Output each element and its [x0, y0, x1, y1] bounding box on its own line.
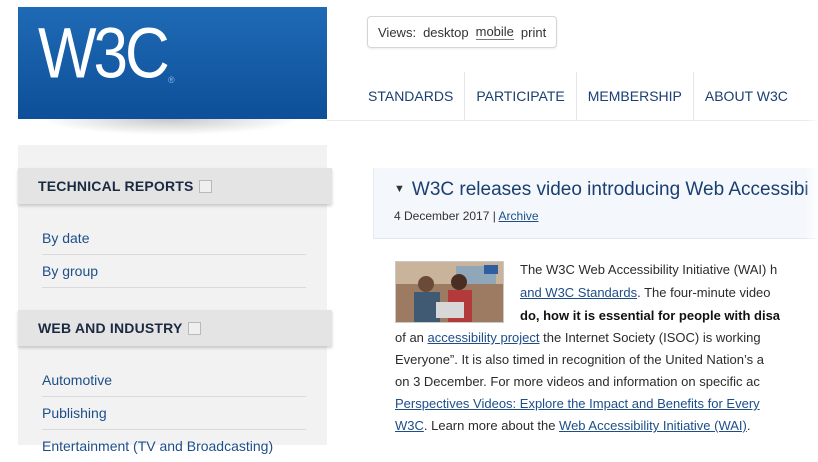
view-desktop-link[interactable]: desktop — [423, 25, 469, 40]
collapse-triangle-icon[interactable]: ▼ — [394, 183, 405, 195]
news-bold-text: do, how it is essential for people with … — [520, 308, 781, 323]
video-thumbnail-image — [396, 262, 503, 322]
w3c-logo[interactable]: W3C ® — [18, 7, 327, 119]
news-text-fragment: . The four-minute video — [637, 285, 771, 300]
collapse-box-icon[interactable] — [187, 321, 201, 335]
news-text-fragment: . — [746, 418, 751, 433]
news-text-line: Everyone”. It is also timed in recogniti… — [395, 352, 765, 367]
technical-reports-heading[interactable]: TECHNICAL REPORTS — [18, 168, 332, 204]
news-meta: 4 December 2017 | Archive — [394, 209, 539, 223]
news-text-line: W3C. Learn more about the Web Accessibil… — [395, 418, 751, 433]
news-text-line: The W3C Web Accessibility Initiative (WA… — [520, 262, 778, 277]
logo-shadow — [40, 119, 300, 135]
logo-registered-mark: ® — [168, 75, 175, 85]
standards-link[interactable]: and W3C Standards — [520, 285, 637, 300]
nav-divider — [327, 120, 818, 121]
main-nav: STANDARDS PARTICIPATE MEMBERSHIP ABOUT W… — [357, 72, 799, 120]
web-and-industry-heading-label: WEB AND INDUSTRY — [38, 320, 183, 336]
views-switcher: Views: desktop mobile print — [367, 16, 558, 48]
nav-membership[interactable]: MEMBERSHIP — [577, 72, 694, 120]
collapse-box-icon[interactable] — [198, 179, 212, 193]
sidebar-link-entertainment[interactable]: Entertainment (TV and Broadcasting) — [42, 429, 306, 462]
nav-about-w3c[interactable]: ABOUT W3C — [694, 72, 799, 120]
news-date: 4 December 2017 — [394, 209, 490, 223]
nav-participate[interactable]: PARTICIPATE — [465, 72, 577, 120]
accessibility-project-link[interactable]: accessibility project — [428, 330, 540, 345]
news-text-line: on 3 December. For more videos and infor… — [395, 374, 760, 389]
view-mobile-link[interactable]: mobile — [475, 24, 514, 40]
video-thumbnail[interactable] — [395, 261, 504, 323]
technical-reports-heading-label: TECHNICAL REPORTS — [38, 178, 194, 194]
news-text-fragment: of an — [395, 330, 428, 345]
news-text-line: and W3C Standards. The four-minute video — [520, 285, 771, 300]
news-text-line: do, how it is essential for people with … — [520, 308, 780, 323]
news-text-line: Perspectives Videos: Explore the Impact … — [395, 396, 760, 411]
sidebar-link-publishing[interactable]: Publishing — [42, 396, 306, 430]
w3c-link[interactable]: W3C — [395, 418, 424, 433]
sidebar-link-automotive[interactable]: Automotive — [42, 363, 306, 397]
news-title[interactable]: ▼ W3C releases video introducing Web Acce… — [394, 179, 809, 201]
archive-link[interactable]: Archive — [499, 209, 539, 223]
logo-text: W3C — [38, 14, 170, 94]
news-title-text[interactable]: W3C releases video introducing Web Acces… — [412, 179, 809, 200]
perspectives-videos-link[interactable]: Perspectives Videos: Explore the Impact … — [395, 396, 760, 411]
view-print-link[interactable]: print — [521, 25, 546, 40]
meta-separator: | — [489, 209, 499, 223]
web-and-industry-heading[interactable]: WEB AND INDUSTRY — [18, 310, 332, 346]
news-text-fragment: . Learn more about the — [423, 418, 560, 433]
nav-standards[interactable]: STANDARDS — [357, 72, 466, 120]
sidebar-link-by-date[interactable]: By date — [42, 221, 306, 255]
news-text-line: of an accessibility project the Internet… — [395, 330, 761, 345]
news-text-fragment: the Internet Society (ISOC) is working — [539, 330, 761, 345]
sidebar: TECHNICAL REPORTS By date By group WEB A… — [18, 145, 332, 454]
right-edge-fade — [804, 0, 818, 445]
sidebar-link-by-group[interactable]: By group — [42, 254, 306, 288]
views-label: Views: — [378, 24, 417, 40]
wai-link[interactable]: Web Accessibility Initiative (WAI) — [559, 418, 747, 433]
